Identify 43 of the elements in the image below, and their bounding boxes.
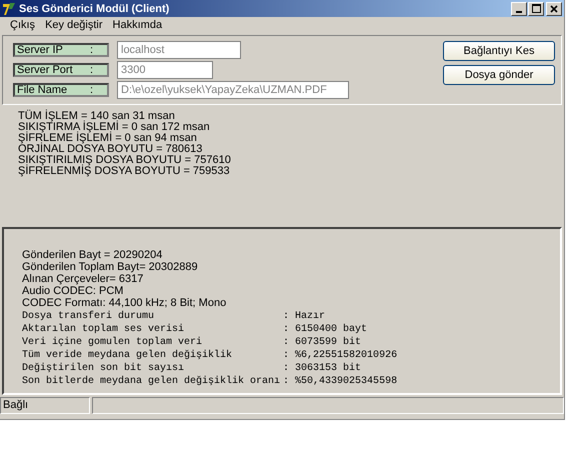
menu-item[interactable]: Hakkımda — [112, 19, 162, 31]
maximize-button[interactable] — [528, 2, 544, 16]
result-line: SIKIŞTIRMA İŞLEMİ = 0 san 172 msan — [18, 122, 211, 133]
stat-label: Dosya transferi durumu — [22, 310, 156, 323]
stat-value: : %6,22551582010926 — [283, 349, 398, 362]
stat-value: : %50,4339025345598 — [283, 375, 398, 388]
result-line: ŞİFRELENMİŞ DOSYA BOYUTU = 759533 — [18, 166, 231, 177]
field-label: Server IP : — [13, 43, 109, 57]
input-field[interactable]: localhost — [117, 41, 241, 59]
result-line: TÜM İŞLEM = 140 san 31 msan — [18, 111, 176, 122]
window-title: Ses Gönderici Modül (Client) — [19, 2, 170, 14]
minimize-icon — [516, 10, 522, 12]
info-line: Gönderilen Toplam Bayt= 20302889 — [22, 261, 199, 273]
stat-label: Değiştirilen son bit sayısı — [22, 362, 186, 375]
action-button[interactable]: Bağlantıyı Kes — [443, 41, 555, 61]
input-field[interactable]: D:\e\ozel\yuksek\YapayZeka\UZMAN.PDF — [117, 81, 349, 99]
status-text: Bağlı — [0, 397, 90, 414]
action-button[interactable]: Dosya gönder — [443, 65, 555, 85]
close-button[interactable] — [546, 2, 562, 16]
stat-label: Aktarılan toplam ses verisi — [22, 323, 186, 336]
info-line: Audio CODEC: PCM — [22, 285, 124, 297]
close-icon — [550, 4, 558, 12]
stat-label: Veri içine gomulen toplam veri — [22, 336, 204, 349]
app-logo-icon — [2, 2, 16, 16]
maximize-icon — [532, 4, 540, 13]
info-line: CODEC Formatı: 44,100 kHz; 8 Bit; Mono — [22, 297, 228, 309]
result-line: ŞİFRLEME İŞLEMİ = 0 san 94 msan — [18, 133, 198, 144]
input-field[interactable]: 3300 — [117, 61, 213, 79]
minimize-button[interactable] — [511, 2, 527, 16]
menu-item[interactable]: Çıkış — [10, 19, 36, 31]
stat-value: : 6073599 bit — [283, 336, 362, 349]
field-label: File Name : — [13, 83, 109, 97]
stat-value: : 3063153 bit — [283, 362, 362, 375]
result-line: ORJİNAL DOSYA BOYUTU = 780613 — [18, 144, 204, 155]
result-line: SIKIŞTIRILMIŞ DOSYA BOYUTU = 757610 — [18, 155, 232, 166]
stat-label: Tüm veride meydana gelen değişiklik — [22, 349, 234, 362]
stat-value: : 6150400 bayt — [283, 323, 368, 336]
stat-value: : Hazır — [283, 310, 326, 323]
info-line: Alınan Çerçeveler= 6317 — [22, 273, 144, 285]
menu-item[interactable]: Key değiştir — [45, 19, 103, 31]
stat-label: Son bitlerde meydana gelen değişiklik oranı — [22, 375, 280, 388]
field-label: Server Port : — [13, 63, 109, 77]
info-line: Gönderilen Bayt = 20290204 — [22, 249, 164, 261]
